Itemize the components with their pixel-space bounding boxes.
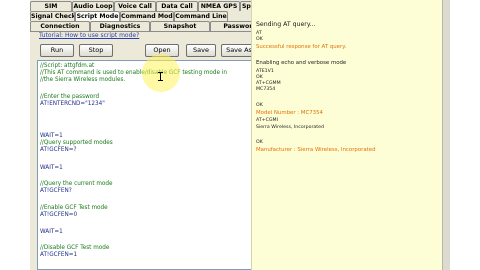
output-line: Sending AT query... (256, 21, 316, 28)
tab-voice-call[interactable]: Voice Call (114, 1, 156, 11)
script-line: AT!GCFEN=? (40, 147, 77, 153)
tab-row-1: SIM Audio Loop Voice Call Data Call NMEA… (30, 1, 282, 11)
save-button[interactable]: Save (186, 44, 216, 57)
open-button[interactable]: Open (145, 44, 179, 57)
output-line: Enabling echo and verbose mode (256, 60, 347, 66)
tab-script-mode[interactable]: Script Mode (75, 11, 120, 21)
script-line: //Script: attgfdm.at (40, 63, 95, 69)
tab-row-3: Connection Diagnostics Snapshot Password (30, 21, 270, 31)
script-editor[interactable]: //Script: attgfdm.at //This AT command i… (37, 60, 270, 270)
script-line: AT!GCFEN? (40, 188, 72, 194)
output-line: Sierra Wireless, Incorporated (256, 125, 324, 130)
output-line: OK (256, 75, 263, 80)
script-line: //Query supported modes (40, 140, 113, 146)
output-line: OK (256, 140, 263, 145)
output-line: Successful response for AT query. (256, 44, 347, 50)
script-line: //This AT command is used to enable/disa… (40, 70, 227, 76)
output-line: OK (256, 37, 263, 42)
text-cursor-icon (158, 72, 163, 81)
script-line: AT!ENTERCND="1234" (40, 101, 105, 107)
tab-diagnostics[interactable]: Diagnostics (90, 21, 150, 31)
output-line: AT+CGMI (256, 118, 278, 123)
tab-nmea-gps[interactable]: NMEA GPS (198, 1, 240, 11)
run-button[interactable]: Run (40, 44, 74, 57)
output-line: AT+CGMM (256, 81, 281, 86)
script-line: WAIT=1 (40, 229, 63, 235)
tab-connection[interactable]: Connection (30, 21, 90, 31)
output-line: Model Number : MC7354 (256, 110, 323, 116)
tab-command-line[interactable]: Command Line (174, 11, 228, 21)
output-line: Manufacturer : Sierra Wireless, Incorpor… (256, 147, 376, 153)
script-line: //Enable GCF Test mode (40, 205, 108, 211)
output-line: AT (256, 31, 262, 36)
tab-row-2: Signal Check Script Mode Command Mode Co… (30, 11, 228, 21)
window-edge-scrollbar (442, 0, 450, 270)
script-line: //Enter the password (40, 94, 100, 100)
output-line: MC7354 (256, 87, 276, 92)
script-line: AT!GCFEN=0 (40, 212, 78, 218)
script-line: WAIT=1 (40, 133, 63, 139)
script-line: //Query the current mode (40, 181, 113, 187)
tab-audio-loop[interactable]: Audio Loop (72, 1, 114, 11)
script-line: WAIT=1 (40, 165, 63, 171)
tab-signal-check[interactable]: Signal Check (30, 11, 75, 21)
script-line: AT!GCFEN=1 (40, 252, 78, 258)
stop-button[interactable]: Stop (79, 44, 113, 57)
tab-data-call[interactable]: Data Call (156, 1, 198, 11)
tab-command-mode[interactable]: Command Mode (120, 11, 174, 21)
output-line: OK (256, 103, 263, 108)
script-line: //Disable GCF Test mode (40, 245, 110, 251)
script-line: //the Sierra Wireless modules. (40, 77, 126, 83)
tab-snapshot[interactable]: Snapshot (150, 21, 210, 31)
tutorial-link[interactable]: Tutorial: How to use script mode? (39, 32, 139, 39)
tab-sim[interactable]: SIM (30, 1, 72, 11)
output-log-panel: Sending AT query... AT OK Successful res… (251, 0, 442, 270)
output-line: ATE1V1 (256, 69, 274, 74)
